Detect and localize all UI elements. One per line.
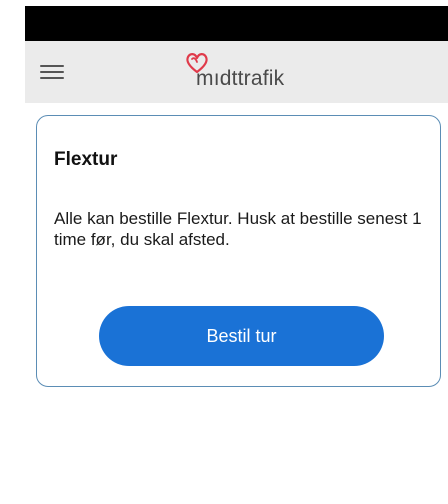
hamburger-menu-icon[interactable] [40, 63, 64, 81]
order-trip-button[interactable]: Bestil tur [99, 306, 384, 366]
card-description: Alle kan bestille Flextur. Husk at besti… [54, 209, 422, 249]
card-title: Flextur [54, 149, 118, 170]
flextur-card: Flextur Alle kan bestille Flextur. Husk … [36, 115, 441, 387]
status-bar [25, 6, 448, 41]
app-bar: mıdttrafik [25, 41, 448, 103]
midttrafik-logo: mıdttrafik [173, 49, 313, 97]
logo-text: mıdttrafik [196, 67, 285, 90]
